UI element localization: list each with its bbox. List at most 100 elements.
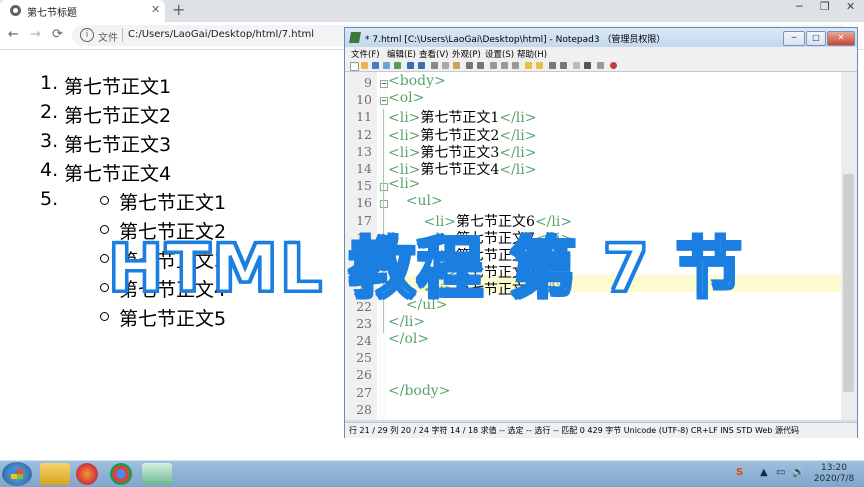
info-icon[interactable]: i	[80, 28, 94, 42]
replace-icon[interactable]	[477, 62, 484, 69]
circle-bullet-icon	[100, 312, 109, 321]
notepad3-taskbar-icon[interactable]	[142, 463, 172, 485]
notepad3-title: * 7.html [C:\Users\LaoGai\Desktop\html] …	[365, 35, 666, 45]
list-text: 第七节正文4	[64, 163, 172, 185]
globe-icon	[10, 5, 21, 16]
pin-icon[interactable]	[597, 62, 604, 69]
screen-icon[interactable]	[584, 62, 591, 69]
redo-icon[interactable]	[418, 62, 425, 69]
paste-icon[interactable]	[453, 62, 460, 69]
save-icon[interactable]	[372, 62, 379, 69]
np-maximize-button[interactable]: □	[806, 31, 826, 46]
list-number: 4.	[40, 159, 59, 181]
colorful-app-icon[interactable]	[76, 463, 98, 485]
tab-close-icon[interactable]: ✕	[151, 3, 160, 16]
notepad3-titlebar[interactable]: * 7.html [C:\Users\LaoGai\Desktop\html] …	[345, 28, 857, 47]
list-text: 第七节正文1	[64, 76, 172, 98]
notepad3-toolbar	[345, 60, 857, 72]
open-folder-icon[interactable]	[361, 62, 368, 69]
find-icon[interactable]	[466, 62, 473, 69]
print-icon[interactable]	[573, 62, 580, 69]
code-open-tag: </li>	[388, 313, 426, 330]
np-minimize-button[interactable]: ─	[783, 31, 805, 46]
restore-button[interactable]: ❐	[820, 0, 830, 13]
clock-date: 2020/7/8	[813, 474, 855, 484]
zoom-icon[interactable]	[512, 62, 519, 69]
code-line: </li>	[388, 314, 425, 330]
line-number: 23	[356, 315, 372, 331]
line-number: 10	[356, 92, 372, 108]
vertical-scrollbar[interactable]	[841, 72, 857, 420]
list-number: 5.	[40, 188, 59, 210]
fold-toggle-icon[interactable]	[380, 183, 388, 192]
taskbar: S ▲ ▭ 🔊 13:20 2020/7/8	[0, 460, 864, 487]
code-open-tag: <ol>	[388, 90, 425, 107]
list-number: 1.	[40, 72, 59, 94]
cut-icon[interactable]	[431, 62, 438, 69]
list-text: 第七节正文1	[119, 192, 227, 214]
line-number: 13	[356, 143, 372, 159]
network-icon[interactable]: ▭	[776, 467, 785, 478]
ime-icon[interactable]: S	[736, 467, 743, 478]
code-line: <li>	[388, 176, 420, 192]
notepad3-statusbar: 行 21 / 29 列 20 / 24 字符 14 / 18 求值 -- 选定 …	[345, 422, 857, 438]
save-as-icon[interactable]	[383, 62, 390, 69]
list-text: 第七节正文3	[64, 134, 172, 156]
forward-arrow-icon[interactable]: →	[30, 27, 41, 42]
line-number: 9	[364, 75, 372, 90]
tray-expand-icon[interactable]: ▲	[760, 467, 768, 478]
code-line: <ul>	[388, 193, 443, 209]
zoom-in-icon[interactable]	[549, 62, 556, 69]
list-number: 2.	[40, 101, 59, 123]
new-tab-button[interactable]: +	[172, 0, 185, 19]
line-number: 15	[356, 178, 372, 194]
scrollbar-thumb[interactable]	[843, 174, 854, 392]
line-number: 14	[356, 161, 372, 176]
clock[interactable]: 13:20 2020/7/8	[810, 463, 858, 485]
reload-file-icon[interactable]	[394, 62, 401, 69]
line-number: 11	[356, 109, 372, 125]
code-open-tag: <li>	[388, 176, 421, 193]
address-scheme-label: 文件	[98, 33, 118, 44]
code-line: </body>	[388, 383, 450, 399]
fold-toggle-icon[interactable]	[380, 80, 388, 88]
exit-icon[interactable]	[610, 62, 617, 69]
zoom-out-icon[interactable]	[560, 62, 567, 69]
show-whitespace-icon[interactable]	[501, 62, 508, 69]
reload-icon[interactable]: ⟳	[52, 27, 63, 42]
add-favorite-icon[interactable]	[536, 62, 543, 69]
code-open-tag: </ol>	[388, 331, 430, 347]
chrome-icon[interactable]	[110, 463, 132, 485]
line-number: 16	[356, 195, 372, 211]
fold-toggle-icon[interactable]	[380, 200, 388, 209]
menu-edit[interactable]: 编辑(E)	[387, 48, 416, 60]
menu-settings[interactable]: 设置(S)	[485, 48, 514, 60]
wordwrap-icon[interactable]	[490, 62, 497, 69]
menu-file[interactable]: 文件(F)	[351, 48, 380, 60]
menu-view[interactable]: 查看(V)	[419, 48, 448, 60]
browser-tab[interactable]: 第七节标题 ✕	[0, 0, 165, 22]
menu-help[interactable]: 帮助(H)	[517, 48, 547, 60]
copy-icon[interactable]	[442, 62, 449, 69]
favorites-icon[interactable]	[525, 62, 532, 69]
np-close-button[interactable]: ✕	[827, 31, 855, 46]
close-window-button[interactable]: ✕	[846, 0, 855, 13]
notepad-app-icon	[349, 32, 361, 43]
clock-time: 13:20	[821, 463, 847, 473]
file-explorer-icon[interactable]	[40, 463, 70, 485]
line-number: 27	[356, 384, 372, 400]
minimize-button[interactable]: ─	[796, 0, 803, 13]
nested-list-item: 第七节正文1	[100, 188, 226, 215]
overlay-title: HTML 教程 第 7 节	[107, 229, 744, 309]
menu-appearance[interactable]: 外观(P)	[452, 48, 481, 60]
undo-icon[interactable]	[407, 62, 414, 69]
fold-toggle-icon[interactable]	[380, 97, 388, 106]
back-arrow-icon[interactable]: ←	[8, 27, 19, 42]
new-file-icon[interactable]	[350, 62, 359, 71]
address-url[interactable]: C:/Users/LaoGai/Desktop/html/7.html	[128, 29, 314, 40]
status-text: 行 21 / 29 列 20 / 24 字符 14 / 18 求值 -- 选定 …	[349, 426, 799, 435]
line-number: 12	[356, 126, 372, 142]
volume-icon[interactable]: 🔊	[792, 467, 804, 478]
start-button[interactable]	[2, 462, 32, 486]
